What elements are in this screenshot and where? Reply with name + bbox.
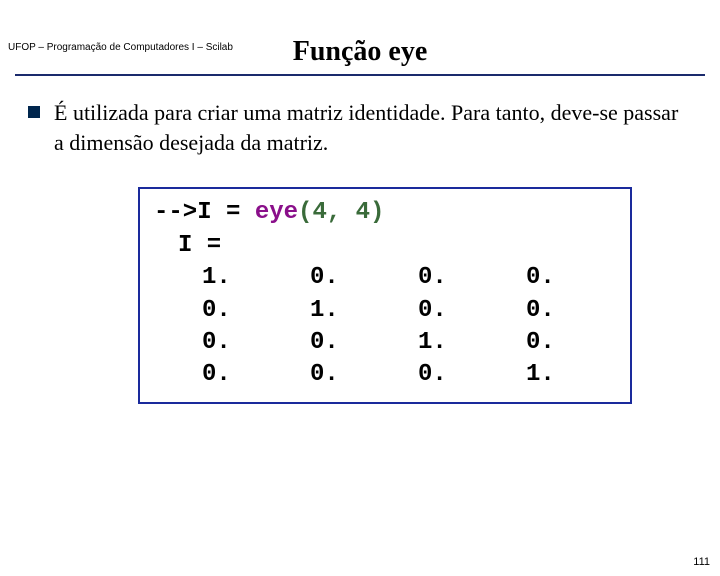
- function-args: (4, 4): [298, 199, 384, 226]
- table-row: 1. 0. 0. 0.: [202, 262, 616, 294]
- matrix-cell: 0.: [310, 359, 358, 391]
- table-row: 0. 0. 1. 0.: [202, 327, 616, 359]
- matrix-cell: 1.: [202, 262, 250, 294]
- prompt-text: -->: [154, 199, 197, 226]
- matrix-cell: 1.: [310, 295, 358, 327]
- course-header: UFOP – Programação de Computadores I – S…: [8, 42, 233, 53]
- code-box: -->I = eye(4, 4) I = 1. 0. 0. 0. 0. 1. 0…: [138, 187, 632, 403]
- matrix-cell: 0.: [202, 359, 250, 391]
- matrix-cell: 1.: [526, 359, 574, 391]
- matrix-cell: 0.: [418, 295, 466, 327]
- matrix-cell: 0.: [202, 295, 250, 327]
- function-name: eye: [255, 199, 298, 226]
- matrix-cell: 0.: [526, 295, 574, 327]
- code-input-line: -->I = eye(4, 4): [154, 197, 616, 229]
- content-area: É utilizada para criar uma matriz identi…: [0, 98, 720, 404]
- matrix-cell: 1.: [418, 327, 466, 359]
- matrix-cell: 0.: [526, 262, 574, 294]
- matrix-cell: 0.: [202, 327, 250, 359]
- matrix-cell: 0.: [526, 327, 574, 359]
- matrix-cell: 0.: [310, 327, 358, 359]
- output-label: I =: [178, 230, 616, 262]
- matrix-cell: 0.: [310, 262, 358, 294]
- title-underline: [15, 74, 705, 76]
- table-row: 0. 1. 0. 0.: [202, 295, 616, 327]
- bullet-text: É utilizada para criar uma matriz identi…: [54, 98, 692, 157]
- matrix-cell: 0.: [418, 359, 466, 391]
- bullet-square-icon: [28, 106, 40, 118]
- page-number: 111: [693, 556, 710, 568]
- assign-text: I =: [197, 199, 255, 226]
- matrix-output: 1. 0. 0. 0. 0. 1. 0. 0. 0. 0. 1. 0. 0. 0…: [202, 262, 616, 392]
- table-row: 0. 0. 0. 1.: [202, 359, 616, 391]
- bullet-item: É utilizada para criar uma matriz identi…: [28, 98, 692, 157]
- matrix-cell: 0.: [418, 262, 466, 294]
